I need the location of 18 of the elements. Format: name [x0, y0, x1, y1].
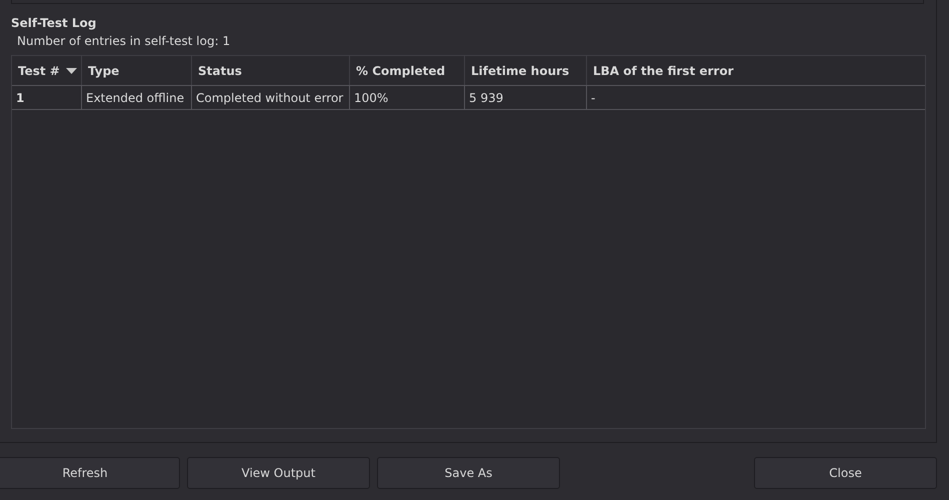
- column-header[interactable]: Type: [82, 56, 192, 85]
- dialog-button[interactable]: View Output: [187, 457, 370, 489]
- table-cell-text: -: [590, 90, 596, 106]
- column-header[interactable]: % Completed: [350, 56, 465, 85]
- dialog-button[interactable]: Close: [754, 457, 937, 489]
- column-header[interactable]: Test #: [12, 56, 82, 85]
- table-cell: Extended offline: [82, 86, 192, 109]
- entries-count-label: Number of entries in self-test log: 1: [16, 34, 232, 50]
- column-header[interactable]: LBA of the first error: [587, 56, 925, 85]
- column-header[interactable]: Status: [192, 56, 350, 85]
- table-cell: Completed without error: [192, 86, 350, 109]
- table-cell: 1: [12, 86, 82, 109]
- table-cell: 100%: [350, 86, 465, 109]
- table-cell: 5 939: [465, 86, 587, 109]
- dialog-button[interactable]: Save As: [377, 457, 560, 489]
- dialog-button[interactable]: Refresh: [0, 457, 180, 489]
- column-header[interactable]: Lifetime hours: [465, 56, 587, 85]
- section-title: Self-Test Log: [11, 16, 98, 32]
